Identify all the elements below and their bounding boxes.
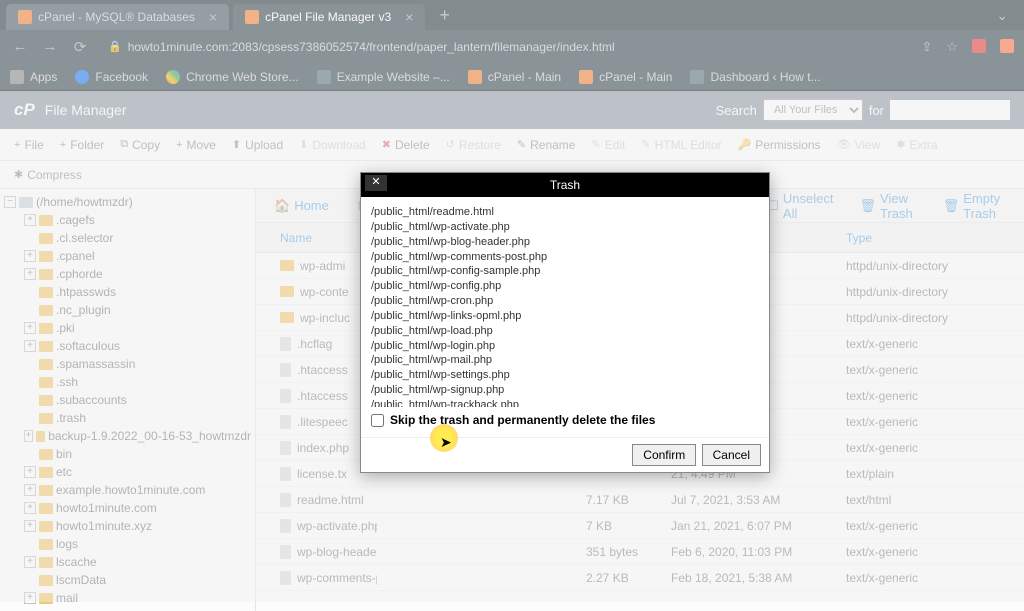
trash-file-path: /public_html/wp-load.php xyxy=(371,324,759,339)
trash-dialog: ✕ Trash /public_html/readme.html/public_… xyxy=(360,172,770,473)
trash-file-path: /public_html/wp-config.php xyxy=(371,279,759,294)
close-icon[interactable]: ✕ xyxy=(365,175,387,191)
dialog-titlebar: ✕ Trash xyxy=(361,173,769,197)
confirm-button[interactable]: Confirm xyxy=(632,444,696,466)
skip-trash-checkbox[interactable] xyxy=(371,414,384,427)
trash-file-path: /public_html/wp-blog-header.php xyxy=(371,235,759,250)
trash-file-path: /public_html/wp-cron.php xyxy=(371,294,759,309)
trash-file-list: /public_html/readme.html/public_html/wp-… xyxy=(371,205,759,407)
trash-file-path: /public_html/wp-links-opml.php xyxy=(371,309,759,324)
trash-file-path: /public_html/wp-comments-post.php xyxy=(371,250,759,265)
trash-file-path: /public_html/wp-config-sample.php xyxy=(371,264,759,279)
trash-file-path: /public_html/wp-mail.php xyxy=(371,353,759,368)
trash-file-path: /public_html/wp-settings.php xyxy=(371,368,759,383)
trash-file-path: /public_html/wp-login.php xyxy=(371,339,759,354)
trash-file-path: /public_html/wp-signup.php xyxy=(371,383,759,398)
skip-trash-label: Skip the trash and permanently delete th… xyxy=(390,413,655,427)
cancel-button[interactable]: Cancel xyxy=(702,444,761,466)
trash-file-path: /public_html/readme.html xyxy=(371,205,759,220)
dialog-title: Trash xyxy=(550,178,580,192)
trash-file-path: /public_html/wp-trackback.php xyxy=(371,398,759,407)
trash-file-path: /public_html/wp-activate.php xyxy=(371,220,759,235)
